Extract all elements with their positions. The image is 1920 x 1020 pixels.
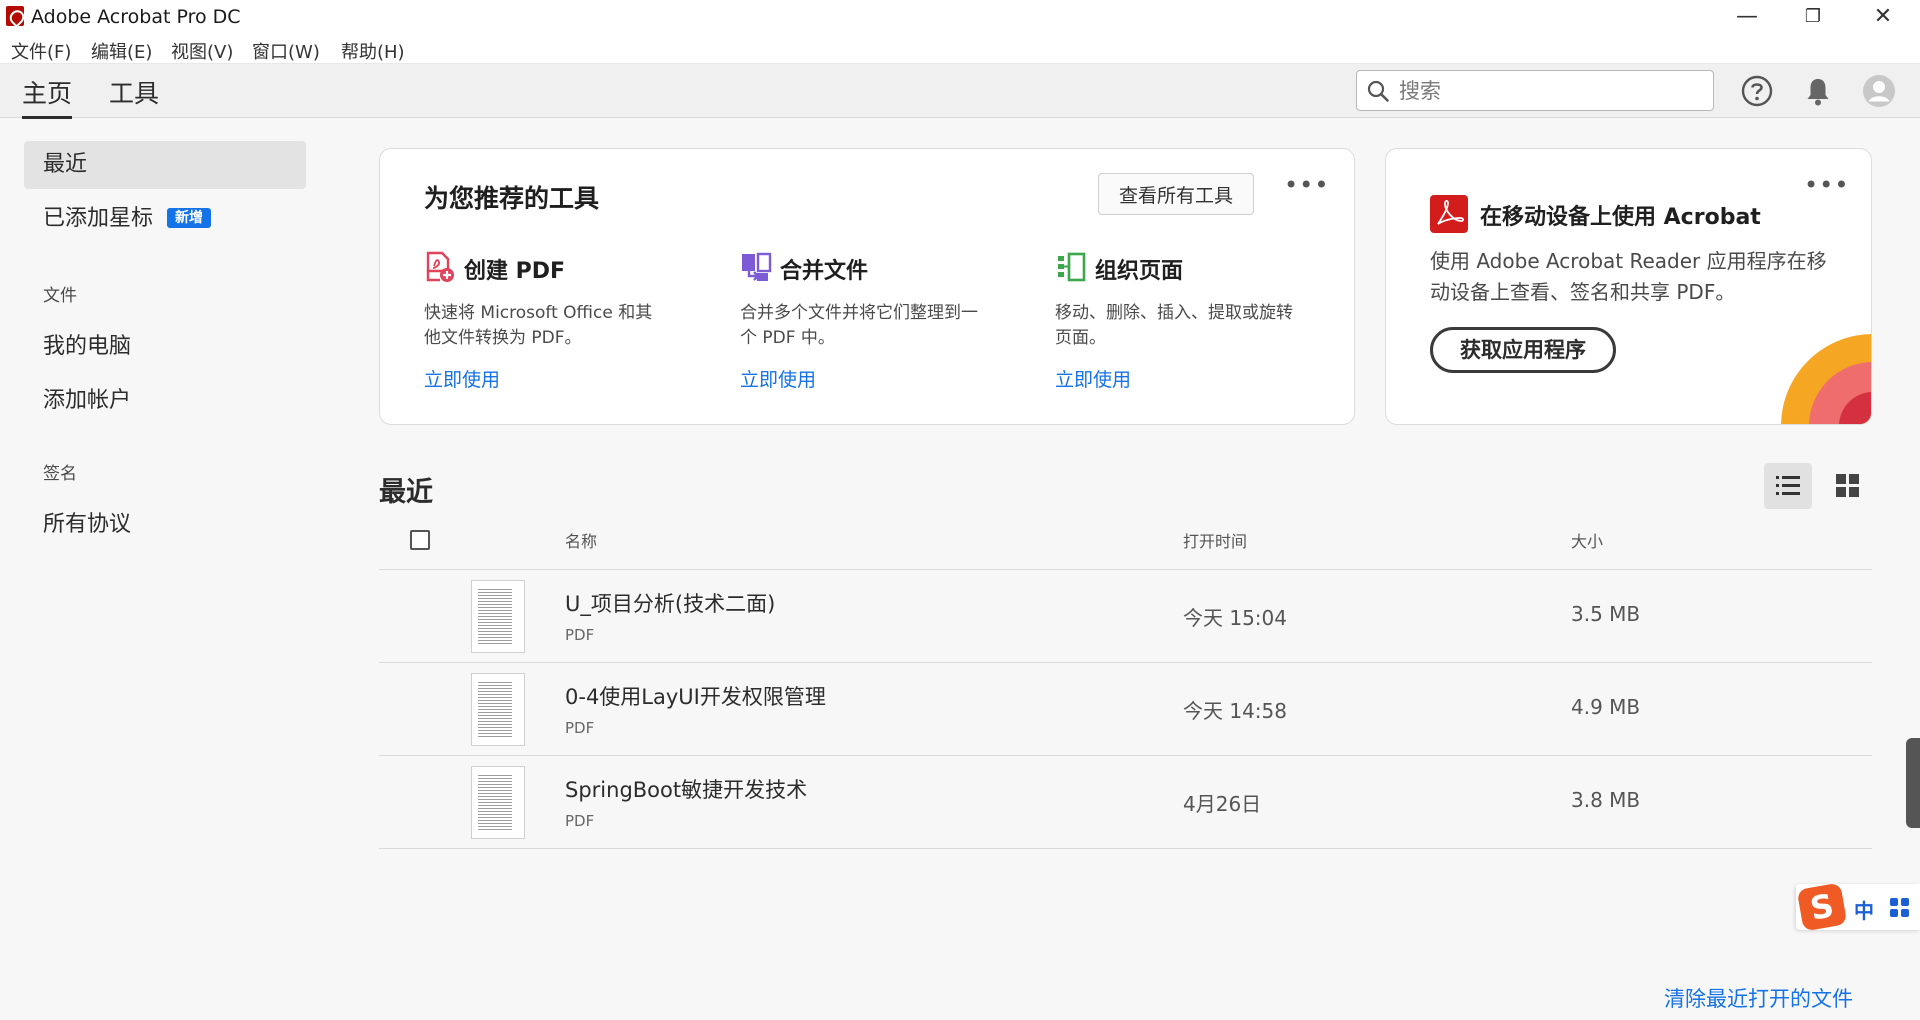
file-thumbnail: [471, 766, 525, 839]
menu-help[interactable]: 帮助(H): [341, 38, 405, 64]
column-header-opened[interactable]: 打开时间: [1183, 528, 1247, 552]
card-description: 使用 Adobe Acrobat Reader 应用程序在移动设备上查看、签名和…: [1430, 249, 1827, 304]
sidebar-item-all-agreements[interactable]: 所有协议: [24, 501, 306, 549]
table-row[interactable]: SpringBoot敏捷开发技术 PDF 4月26日 3.8 MB: [379, 755, 1872, 848]
tool-name: 创建 PDF: [464, 259, 566, 284]
select-all-checkbox[interactable]: [410, 530, 430, 550]
close-button[interactable]: ✕: [1854, 0, 1912, 34]
top-navigation: 主页 工具: [0, 64, 1920, 119]
thumbnail-text-lines: [478, 682, 512, 738]
file-opened-time: 今天 14:58: [1183, 699, 1287, 723]
use-now-link[interactable]: 立即使用: [740, 365, 816, 392]
side-panel-handle[interactable]: [1906, 738, 1920, 828]
column-header-size[interactable]: 大小: [1571, 528, 1603, 552]
tool-description: 合并多个文件并将它们整理到一个 PDF 中。: [740, 303, 978, 348]
create-pdf-icon: [426, 251, 454, 282]
search-input[interactable]: [1399, 76, 1699, 106]
sogou-logo-icon: S: [1796, 882, 1848, 932]
view-all-tools-button[interactable]: 查看所有工具: [1098, 173, 1254, 215]
file-size: 3.5 MB: [1571, 602, 1641, 626]
file-type: PDF: [565, 812, 595, 830]
file-name: 0-4使用LayUI开发权限管理: [565, 685, 826, 709]
ime-toolbar[interactable]: S 中: [1796, 882, 1920, 932]
sidebar: 最近 已添加星标 新增 文件 我的电脑 添加帐户 签名 所有协议: [0, 118, 340, 1020]
sidebar-item-label: 最近: [43, 152, 88, 177]
title-bar: Adobe Acrobat Pro DC — ❐ ✕: [0, 0, 1920, 34]
file-size: 4.9 MB: [1571, 695, 1641, 719]
card-title: 为您推荐的工具: [424, 184, 600, 213]
sidebar-item-label: 我的电脑: [43, 334, 132, 359]
menu-file[interactable]: 文件(F): [11, 38, 71, 64]
table-row[interactable]: 0-4使用LayUI开发权限管理 PDF 今天 14:58 4.9 MB: [379, 662, 1872, 755]
sidebar-heading-files: 文件: [43, 286, 77, 306]
search-box[interactable]: [1356, 70, 1714, 111]
help-icon[interactable]: [1740, 74, 1774, 108]
file-size: 3.8 MB: [1571, 788, 1641, 812]
file-opened-time: 今天 15:04: [1183, 606, 1287, 630]
tool-description: 快速将 Microsoft Office 和其他文件转换为 PDF。: [424, 303, 653, 348]
notification-bell-icon[interactable]: [1801, 74, 1835, 108]
decorative-arc-graphic: [1781, 334, 1871, 424]
sidebar-heading-signature: 签名: [43, 464, 77, 484]
thumbnail-text-lines: [478, 775, 512, 831]
sidebar-item-label: 已添加星标: [43, 206, 154, 231]
list-view-icon: [1776, 476, 1800, 495]
sidebar-item-label: 所有协议: [43, 512, 132, 537]
card-title: 在移动设备上使用 Acrobat: [1480, 205, 1761, 230]
sidebar-item-starred[interactable]: 已添加星标 新增: [24, 195, 306, 243]
new-badge: 新增: [167, 208, 212, 228]
sidebar-item-label: 添加帐户: [43, 388, 132, 413]
combine-files-icon: [742, 252, 772, 281]
sidebar-item-recent[interactable]: 最近: [24, 141, 306, 189]
file-thumbnail: [471, 673, 525, 746]
tab-home[interactable]: 主页: [22, 74, 73, 119]
user-avatar-icon[interactable]: [1862, 74, 1896, 108]
file-opened-time: 4月26日: [1183, 792, 1262, 816]
tab-tools[interactable]: 工具: [109, 74, 159, 116]
tool-description: 移动、删除、插入、提取或旋转页面。: [1055, 303, 1293, 348]
table-bottom-divider: [379, 848, 1872, 849]
organize-pages-icon: [1058, 252, 1086, 282]
file-name: SpringBoot敏捷开发技术: [565, 778, 808, 802]
restore-button[interactable]: ❐: [1784, 0, 1842, 34]
menu-edit[interactable]: 编辑(E): [91, 38, 152, 64]
search-icon: [1367, 80, 1389, 102]
tool-name: 组织页面: [1095, 259, 1184, 284]
thumbnail-text-lines: [478, 589, 512, 645]
more-options-icon[interactable]: •••: [1284, 171, 1329, 199]
minimize-button[interactable]: —: [1718, 0, 1776, 34]
grid-view-button[interactable]: [1824, 463, 1872, 509]
recent-section-title: 最近: [379, 477, 433, 508]
ime-menu-icon[interactable]: [1890, 898, 1910, 918]
grid-view-icon: [1836, 474, 1859, 497]
column-header-name[interactable]: 名称: [565, 528, 597, 552]
tool-name: 合并文件: [780, 259, 869, 284]
file-thumbnail: [471, 580, 525, 653]
recommended-tools-card: 为您推荐的工具 查看所有工具 ••• 创建 PDF 快速将 Microsoft …: [379, 148, 1355, 425]
window-title: Adobe Acrobat Pro DC: [31, 6, 241, 28]
more-options-icon[interactable]: •••: [1804, 171, 1849, 199]
ime-mode-indicator[interactable]: 中: [1854, 895, 1874, 924]
acrobat-logo-icon: [6, 6, 24, 26]
file-type: PDF: [565, 626, 595, 644]
table-row[interactable]: U_项目分析(技术二面) PDF 今天 15:04 3.5 MB: [379, 569, 1872, 662]
list-view-button[interactable]: [1764, 463, 1812, 509]
clear-recent-files-link[interactable]: 清除最近打开的文件: [1664, 983, 1853, 1013]
mobile-promo-card: 在移动设备上使用 Acrobat ••• 使用 Adobe Acrobat Re…: [1385, 148, 1872, 425]
use-now-link[interactable]: 立即使用: [1055, 365, 1131, 392]
acrobat-reader-icon: [1430, 195, 1468, 233]
use-now-link[interactable]: 立即使用: [424, 365, 500, 392]
file-type: PDF: [565, 719, 595, 737]
file-name: U_项目分析(技术二面): [565, 592, 776, 616]
menu-bar: 文件(F) 编辑(E) 视图(V) 窗口(W) 帮助(H): [0, 34, 1920, 64]
sidebar-item-my-computer[interactable]: 我的电脑: [24, 323, 306, 371]
sidebar-item-add-account[interactable]: 添加帐户: [24, 377, 306, 425]
menu-window[interactable]: 窗口(W): [252, 38, 320, 64]
get-app-button[interactable]: 获取应用程序: [1430, 327, 1616, 373]
menu-view[interactable]: 视图(V): [171, 38, 233, 64]
